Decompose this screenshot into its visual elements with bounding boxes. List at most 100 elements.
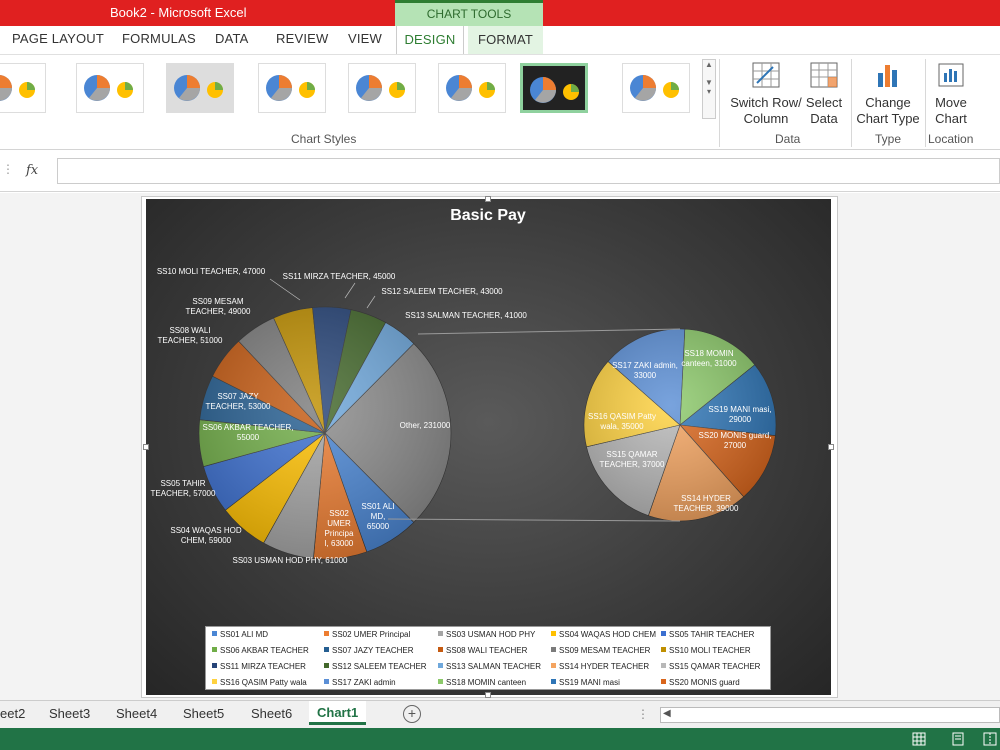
legend-swatch bbox=[324, 647, 329, 652]
ribbon-tabs: PAGE LAYOUT FORMULAS DATA REVIEW VIEW DE… bbox=[0, 26, 1000, 54]
legend-swatch bbox=[324, 679, 329, 684]
legend-item: SS16 QASIM Patty wala bbox=[212, 678, 307, 687]
type-group-label: Type bbox=[875, 132, 902, 146]
chart-area[interactable] bbox=[146, 199, 831, 695]
sheet-tab-chart1[interactable]: Chart1 bbox=[309, 701, 367, 725]
legend-label: SS13 SALMAN TEACHER bbox=[446, 662, 541, 671]
legend-item: SS09 MESAM TEACHER bbox=[551, 646, 650, 655]
formula-bar: ⋮ fx bbox=[0, 150, 1000, 192]
change-chart-type-button[interactable]: Change Chart Type bbox=[855, 61, 921, 127]
sheet-tab-sheet3[interactable]: Sheet3 bbox=[49, 706, 90, 721]
legend-swatch bbox=[212, 679, 217, 684]
tab-split-handle[interactable]: ⋮ bbox=[637, 707, 649, 721]
legend-item: SS18 MOMIN canteen bbox=[438, 678, 526, 687]
legend-swatch bbox=[212, 647, 217, 652]
tab-view[interactable]: VIEW bbox=[348, 31, 382, 46]
legend-label: SS01 ALI MD bbox=[220, 630, 269, 639]
legend-item: SS10 MOLI TEACHER bbox=[661, 646, 751, 655]
sheet-tab-sheet4[interactable]: Sheet4 bbox=[116, 706, 157, 721]
tab-formulas[interactable]: FORMULAS bbox=[122, 31, 196, 46]
sheet-tab-sheet6[interactable]: Sheet6 bbox=[251, 706, 292, 721]
legend-label: SS15 QAMAR TEACHER bbox=[669, 662, 761, 671]
add-sheet-icon[interactable]: + bbox=[403, 705, 421, 723]
data-group-label: Data bbox=[775, 132, 801, 146]
legend-swatch bbox=[438, 647, 443, 652]
legend-item: SS13 SALMAN TEACHER bbox=[438, 662, 541, 671]
legend-label: SS19 MANI masi bbox=[559, 678, 620, 687]
legend-swatch bbox=[438, 679, 443, 684]
chart-style-thumbnail[interactable] bbox=[76, 63, 144, 113]
legend-label: SS17 ZAKI admin bbox=[332, 678, 396, 687]
legend-swatch bbox=[661, 631, 666, 636]
legend-label: SS04 WAQAS HOD CHEM bbox=[559, 630, 657, 639]
legend-label: SS06 AKBAR TEACHER bbox=[220, 646, 309, 655]
legend-swatch bbox=[551, 679, 556, 684]
legend-label: SS07 JAZY TEACHER bbox=[332, 646, 414, 655]
legend-swatch bbox=[438, 631, 443, 636]
resize-handle[interactable] bbox=[828, 444, 834, 450]
legend-label: SS11 MIRZA TEACHER bbox=[220, 662, 306, 671]
page-layout-view-icon[interactable] bbox=[951, 732, 965, 746]
sheet-tab-sheet2[interactable]: eet2 bbox=[0, 706, 25, 721]
legend-label: SS14 HYDER TEACHER bbox=[559, 662, 650, 671]
chart-style-thumbnail[interactable] bbox=[166, 63, 234, 113]
move-chart-icon bbox=[938, 63, 964, 87]
switch-row-column-label: Switch Row/ Column bbox=[730, 95, 802, 126]
resize-handle[interactable] bbox=[143, 444, 149, 450]
legend-swatch bbox=[324, 631, 329, 636]
legend-label: SS18 MOMIN canteen bbox=[446, 678, 527, 687]
horizontal-scrollbar[interactable]: ◀ bbox=[660, 707, 1000, 723]
chart-style-thumbnail[interactable] bbox=[622, 63, 690, 113]
change-chart-type-icon bbox=[878, 65, 897, 87]
change-chart-type-label: Change Chart Type bbox=[856, 95, 920, 126]
legend-label: SS20 MONIS guard bbox=[669, 678, 740, 687]
legend-item: SS11 MIRZA TEACHER bbox=[212, 662, 306, 671]
legend-item: SS12 SALEEM TEACHER bbox=[324, 662, 427, 671]
chart-style-thumbnail[interactable] bbox=[0, 63, 46, 113]
location-group-label: Location bbox=[928, 132, 974, 146]
tab-format[interactable]: FORMAT bbox=[468, 26, 543, 54]
formula-input[interactable] bbox=[57, 158, 1000, 184]
chart-style-thumbnail[interactable] bbox=[438, 63, 506, 113]
tab-review[interactable]: REVIEW bbox=[276, 31, 328, 46]
legend-swatch bbox=[551, 631, 556, 636]
resize-handle[interactable] bbox=[485, 196, 491, 202]
legend-item: SS04 WAQAS HOD CHEM bbox=[551, 630, 656, 639]
legend-label: SS05 TAHIR TEACHER bbox=[669, 630, 755, 639]
scroll-left-icon[interactable]: ◀ bbox=[663, 708, 671, 719]
gallery-scroll[interactable]: ▲ ▼ ▾ bbox=[702, 59, 716, 119]
legend-swatch bbox=[661, 663, 666, 668]
move-chart-button[interactable]: Move Chart bbox=[929, 61, 973, 127]
chart-style-thumbnail[interactable] bbox=[258, 63, 326, 113]
chart-legend[interactable]: SS01 ALI MD SS02 UMER Principal SS03 USMAN… bbox=[205, 626, 771, 690]
legend-item: SS14 HYDER TEACHER bbox=[551, 662, 649, 671]
legend-item: SS05 TAHIR TEACHER bbox=[661, 630, 754, 639]
legend-swatch bbox=[661, 679, 666, 684]
resize-handle[interactable] bbox=[485, 692, 491, 698]
legend-swatch bbox=[212, 631, 217, 636]
chart-style-thumbnail[interactable] bbox=[348, 63, 416, 113]
move-chart-label: Move Chart bbox=[935, 95, 967, 126]
legend-swatch bbox=[551, 647, 556, 652]
legend-swatch bbox=[661, 647, 666, 652]
sheet-tab-bar: eet2 Sheet3 Sheet4 Sheet5 Sheet6 Chart1 … bbox=[0, 700, 1000, 728]
legend-swatch bbox=[212, 663, 217, 668]
normal-view-icon[interactable] bbox=[912, 732, 926, 746]
switch-row-column-button[interactable]: Switch Row/ Column bbox=[728, 61, 804, 127]
page-break-view-icon[interactable] bbox=[983, 732, 997, 746]
insert-function-icon[interactable]: fx bbox=[26, 163, 38, 178]
tab-data[interactable]: DATA bbox=[215, 31, 249, 46]
legend-label: SS08 WALI TEACHER bbox=[446, 646, 528, 655]
name-box-dropdown-icon[interactable]: ⋮ bbox=[2, 162, 14, 176]
tab-design[interactable]: DESIGN bbox=[396, 26, 464, 54]
legend-item: SS17 ZAKI admin bbox=[324, 678, 396, 687]
legend-item: SS08 WALI TEACHER bbox=[438, 646, 527, 655]
legend-swatch bbox=[438, 663, 443, 668]
select-data-button[interactable]: Select Data bbox=[804, 61, 844, 127]
legend-label: SS02 UMER Principal bbox=[332, 630, 411, 639]
tab-page-layout[interactable]: PAGE LAYOUT bbox=[12, 31, 104, 46]
sheet-tab-sheet5[interactable]: Sheet5 bbox=[183, 706, 224, 721]
chart-style-thumbnail[interactable] bbox=[520, 63, 588, 113]
legend-label: SS10 MOLI TEACHER bbox=[669, 646, 751, 655]
legend-item: SS15 QAMAR TEACHER bbox=[661, 662, 760, 671]
